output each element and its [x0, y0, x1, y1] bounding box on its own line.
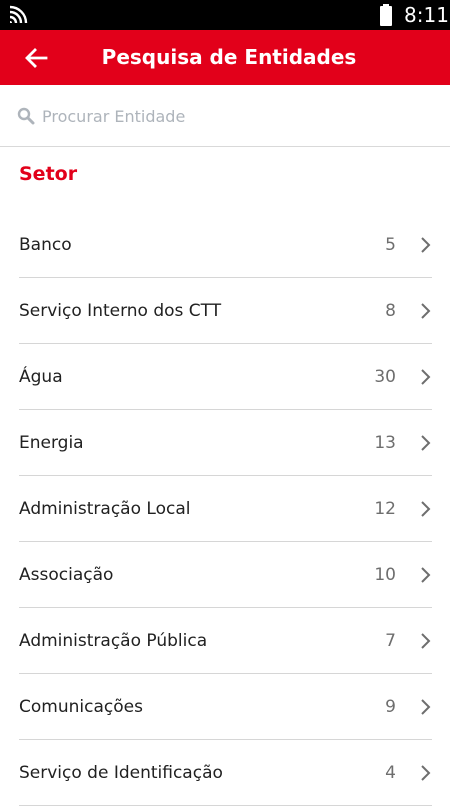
list-item[interactable]: Administração Local 12 [19, 476, 432, 542]
app-bar: Pesquisa de Entidades [0, 30, 450, 85]
list-item-label: Administração Local [19, 499, 191, 519]
list-item-count: 8 [385, 301, 396, 321]
list-item-count: 12 [374, 499, 396, 519]
list-item-label: Comunicações [19, 697, 143, 717]
chevron-right-icon [421, 369, 431, 385]
list-item[interactable]: Serviço de Identificação 4 [19, 740, 432, 806]
chevron-right-icon [421, 501, 431, 517]
section-title: Setor [19, 163, 78, 185]
chevron-right-icon [421, 699, 431, 715]
chevron-right-icon [421, 765, 431, 781]
list-item-count: 9 [385, 697, 396, 717]
chevron-right-icon [421, 303, 431, 319]
battery-icon [380, 4, 392, 26]
list-item[interactable]: Banco 5 [19, 212, 432, 278]
list-item-label: Administração Pública [19, 631, 208, 651]
list-item[interactable]: Energia 13 [19, 410, 432, 476]
list-item-count: 4 [385, 763, 396, 783]
list-item-label: Água [19, 367, 63, 387]
chevron-right-icon [421, 435, 431, 451]
wifi-icon [9, 5, 28, 24]
list-item-label: Energia [19, 433, 84, 453]
list-item-count: 10 [374, 565, 396, 585]
list-item-count: 30 [374, 367, 396, 387]
list-item-label: Associação [19, 565, 114, 585]
status-bar: 8:11 [0, 0, 450, 30]
list-item-count: 5 [385, 235, 396, 255]
list-item[interactable]: Serviço Interno dos CTT 8 [19, 278, 432, 344]
sector-list: Banco 5 Serviço Interno dos CTT 8 Água 30 Ener… [0, 212, 450, 806]
chevron-right-icon [421, 237, 431, 253]
list-item[interactable]: Água 30 [19, 344, 432, 410]
list-item[interactable]: Associação 10 [19, 542, 432, 608]
list-item-count: 7 [385, 631, 396, 651]
list-item-label: Serviço Interno dos CTT [19, 301, 222, 321]
list-item[interactable]: Administração Pública 7 [19, 608, 432, 674]
search-bar [0, 85, 450, 147]
list-item[interactable]: Comunicações 9 [19, 674, 432, 740]
list-item-count: 13 [374, 433, 396, 453]
list-item-label: Banco [19, 235, 72, 255]
search-input[interactable] [42, 101, 432, 131]
list-item-label: Serviço de Identificação [19, 763, 223, 783]
status-time: 8:11 [404, 3, 449, 27]
search-icon [17, 107, 35, 125]
page-title: Pesquisa de Entidades [101, 45, 357, 69]
chevron-right-icon [421, 633, 431, 649]
chevron-right-icon [421, 567, 431, 583]
